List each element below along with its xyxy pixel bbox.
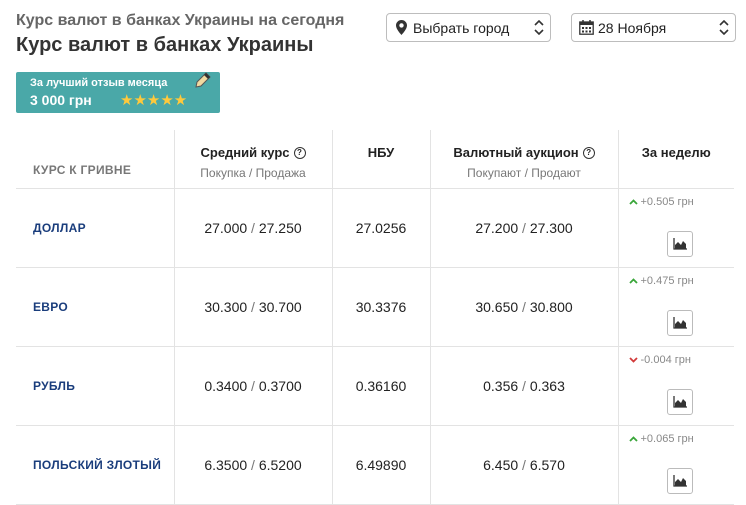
separator: /: [522, 456, 526, 473]
date-select[interactable]: 28 Ноября: [571, 13, 736, 42]
week-change: +0.475 грн: [628, 274, 694, 287]
nbu-rate: 6.49890: [332, 425, 431, 505]
average-buy: 0.3400: [204, 377, 248, 394]
table-row: ДОЛЛАР 27.000 / 27.250 27.0256 27.200 / …: [16, 188, 734, 268]
location-pin-icon: [391, 20, 411, 35]
average-rate: 0.3400 / 0.3700: [174, 346, 333, 426]
average-sell: 30.700: [258, 298, 302, 315]
table-row: ПОЛЬСКИЙ ЗЛОТЫЙ 6.3500 / 6.5200 6.49890 …: [16, 425, 734, 505]
separator: /: [251, 377, 255, 394]
average-sell: 0.3700: [258, 377, 302, 394]
arrow-down-icon: [628, 356, 638, 363]
chart-button[interactable]: [666, 388, 693, 415]
arrow-up-icon: [628, 277, 638, 284]
currency-name[interactable]: ДОЛЛАР: [16, 188, 175, 268]
chart-button[interactable]: [666, 309, 693, 336]
rating-stars-icon: ★★★★★: [120, 92, 188, 109]
currency-name[interactable]: ПОЛЬСКИЙ ЗЛОТЫЙ: [16, 425, 175, 505]
table-header-row: КУРС К ГРИВНЕ Средний курс? Покупка / Пр…: [16, 130, 734, 189]
week-change-cell: -0.004 грн: [618, 346, 734, 426]
auction-buy: 6.450: [483, 456, 519, 473]
chart-button[interactable]: [666, 467, 693, 494]
select-arrows-icon: [717, 20, 731, 35]
help-icon[interactable]: ?: [293, 146, 306, 159]
calendar-icon: [576, 20, 596, 35]
auction-sell: 0.363: [529, 377, 565, 394]
week-change-value: +0.065 грн: [640, 432, 694, 445]
table-row: ЕВРО 30.300 / 30.700 30.3376 30.650 / 30…: [16, 267, 734, 347]
week-change: +0.505 грн: [628, 195, 694, 208]
auction-rate: 6.450 / 6.570: [430, 425, 619, 505]
arrow-up-icon: [628, 435, 638, 442]
area-chart-icon: [672, 316, 687, 329]
review-promo-banner[interactable]: За лучший отзыв месяца 3 000 грн ★★★★★: [16, 72, 220, 113]
header-auction-label: Валютный аукцион: [453, 145, 579, 160]
currency-name[interactable]: ЕВРО: [16, 267, 175, 347]
auction-rate: 30.650 / 30.800: [430, 267, 619, 347]
average-sell: 6.5200: [258, 456, 302, 473]
area-chart-icon: [672, 395, 687, 408]
week-change-value: +0.475 грн: [640, 274, 694, 287]
auction-buy: 30.650: [475, 298, 519, 315]
nbu-rate: 30.3376: [332, 267, 431, 347]
average-rate: 30.300 / 30.700: [174, 267, 333, 347]
area-chart-icon: [672, 237, 687, 250]
city-select[interactable]: Выбрать город: [386, 13, 551, 42]
auction-rate: 27.200 / 27.300: [430, 188, 619, 268]
chart-button[interactable]: [666, 230, 693, 257]
nbu-rate: 27.0256: [332, 188, 431, 268]
page-subtitle: Курс валют в банках Украины на сегодня: [16, 12, 345, 29]
promo-line-1: За лучший отзыв месяца: [30, 77, 168, 89]
week-change-value: -0.004 грн: [640, 353, 691, 366]
header-auction: Валютный аукцион? Покупают / Продают: [430, 130, 619, 189]
area-chart-icon: [672, 474, 687, 487]
table-row: РУБЛЬ 0.3400 / 0.3700 0.36160 0.356 / 0.…: [16, 346, 734, 426]
average-rate: 27.000 / 27.250: [174, 188, 333, 268]
separator: /: [251, 298, 255, 315]
average-buy: 6.3500: [204, 456, 248, 473]
header-nbu: НБУ: [332, 130, 431, 189]
header-average: Средний курс? Покупка / Продажа: [174, 130, 333, 189]
separator: /: [522, 219, 526, 236]
week-change-value: +0.505 грн: [640, 195, 694, 208]
auction-rate: 0.356 / 0.363: [430, 346, 619, 426]
auction-buy: 0.356: [483, 377, 519, 394]
promo-line-2: 3 000 грн: [30, 92, 92, 108]
auction-sell: 27.300: [529, 219, 573, 236]
help-icon[interactable]: ?: [582, 146, 595, 159]
auction-buy: 27.200: [475, 219, 519, 236]
average-rate: 6.3500 / 6.5200: [174, 425, 333, 505]
separator: /: [251, 219, 255, 236]
separator: /: [522, 298, 526, 315]
header-currency: КУРС К ГРИВНЕ: [16, 130, 175, 189]
auction-sell: 6.570: [529, 456, 565, 473]
average-buy: 30.300: [204, 298, 248, 315]
average-sell: 27.250: [258, 219, 302, 236]
arrow-up-icon: [628, 198, 638, 205]
auction-sell: 30.800: [529, 298, 573, 315]
week-change: +0.065 грн: [628, 432, 694, 445]
header-average-label: Средний курс: [200, 145, 290, 160]
week-change-cell: +0.505 грн: [618, 188, 734, 268]
currency-name[interactable]: РУБЛЬ: [16, 346, 175, 426]
exchange-rates-table: КУРС К ГРИВНЕ Средний курс? Покупка / Пр…: [16, 130, 734, 505]
header-average-sub: Покупка / Продажа: [200, 166, 306, 180]
average-buy: 27.000: [204, 219, 248, 236]
week-change: -0.004 грн: [628, 353, 691, 366]
header-week: За неделю: [618, 130, 734, 189]
header-auction-sub: Покупают / Продают: [467, 166, 581, 180]
nbu-rate: 0.36160: [332, 346, 431, 426]
week-change-cell: +0.475 грн: [618, 267, 734, 347]
header-nbu-label: НБУ: [367, 145, 395, 160]
separator: /: [522, 377, 526, 394]
separator: /: [251, 456, 255, 473]
city-select-value: Выбрать город: [413, 19, 510, 36]
date-select-value: 28 Ноября: [598, 19, 667, 36]
select-arrows-icon: [532, 20, 546, 35]
page-title: Курс валют в банках Украины: [16, 34, 314, 56]
header-week-label: За неделю: [641, 145, 711, 160]
pen-icon: [192, 72, 212, 99]
week-change-cell: +0.065 грн: [618, 425, 734, 505]
